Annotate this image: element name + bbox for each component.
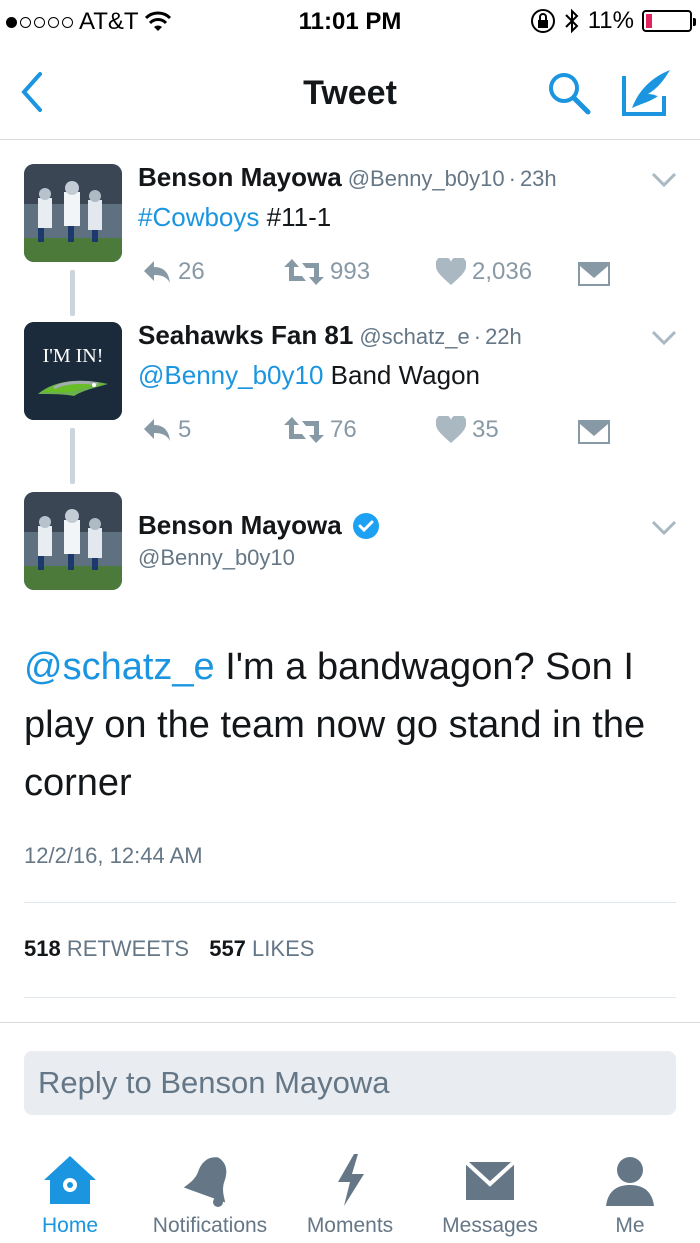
- tab-home[interactable]: Home: [0, 1140, 140, 1238]
- heart-icon: [436, 416, 466, 443]
- status-bar: AT&T 11:01 PM 11%: [0, 0, 700, 44]
- envelope-icon: [464, 1160, 516, 1200]
- reply-count: 5: [178, 416, 192, 443]
- reply-bar: Reply to Benson Mayowa: [0, 1022, 700, 1122]
- engagement-stats: 518 RETWEETS 557 LIKES: [24, 936, 314, 962]
- nav-bar: Tweet: [0, 44, 700, 140]
- envelope-icon[interactable]: [578, 262, 610, 286]
- tweet-header: Seahawks Fan 81 @schatz_e · 22h: [138, 320, 522, 351]
- tweet-actions: 5 76 35: [138, 416, 618, 450]
- envelope-icon[interactable]: [578, 420, 610, 444]
- football-photo-avatar: [24, 164, 122, 262]
- tab-moments[interactable]: Moments: [280, 1140, 420, 1238]
- mention-link[interactable]: @schatz_e: [24, 646, 215, 688]
- tab-label: Notifications: [152, 1214, 268, 1237]
- retweet-count: 76: [330, 416, 357, 443]
- battery-percent: 11%: [587, 7, 634, 34]
- like-count: 35: [472, 416, 499, 443]
- handle[interactable]: @Benny_b0y10: [348, 166, 505, 191]
- retweet-button[interactable]: 76: [284, 416, 357, 444]
- like-count: 2,036: [472, 258, 533, 285]
- seahawks-logo-avatar: I'M IN!: [24, 322, 122, 420]
- reply-icon: [144, 261, 170, 283]
- tab-label: Moments: [306, 1214, 394, 1237]
- reply-input[interactable]: Reply to Benson Mayowa: [24, 1051, 676, 1115]
- tab-bar: Home Notifications Moments Messages Me: [0, 1140, 700, 1243]
- tweet-timestamp: 12/2/16, 12:44 AM: [24, 843, 203, 868]
- tweet-header: Benson Mayowa @Benny_b0y10 · 23h: [138, 162, 557, 193]
- like-button[interactable]: 35: [436, 416, 499, 444]
- display-name: Benson Mayowa: [138, 510, 342, 540]
- tweet-body: @schatz_e I'm a bandwagon? Son I play on…: [24, 638, 684, 812]
- tweet-actions: 26 993 2,036: [138, 258, 618, 292]
- retweet-icon: [284, 417, 324, 443]
- tab-notifications[interactable]: Notifications: [140, 1140, 280, 1238]
- like-button[interactable]: 2,036: [436, 258, 532, 286]
- display-name[interactable]: Seahawks Fan 81: [138, 320, 353, 350]
- likes-stat[interactable]: 557 LIKES: [209, 936, 314, 961]
- thread-connector: [70, 428, 75, 484]
- tab-messages[interactable]: Messages: [420, 1140, 560, 1238]
- handle[interactable]: @schatz_e: [359, 324, 469, 349]
- reply-icon: [144, 419, 170, 441]
- chevron-down-icon[interactable]: [650, 170, 678, 190]
- chevron-down-icon[interactable]: [650, 328, 678, 348]
- bell-icon: [183, 1157, 227, 1207]
- chevron-down-icon[interactable]: [650, 518, 678, 538]
- football-photo-avatar: [24, 492, 122, 590]
- tweet-text: #Cowboys #11-1: [138, 202, 331, 233]
- mention-link[interactable]: @Benny_b0y10: [138, 360, 323, 390]
- reply-button[interactable]: 26: [142, 258, 205, 286]
- avatar-text: I'M IN!: [43, 345, 104, 367]
- retweets-stat[interactable]: 518 RETWEETS: [24, 936, 189, 961]
- avatar[interactable]: I'M IN!: [24, 322, 122, 420]
- lightning-icon: [338, 1154, 364, 1206]
- status-right: 11%: [530, 7, 696, 35]
- compose-tweet-icon[interactable]: [620, 66, 676, 118]
- tab-label: Messages: [442, 1214, 538, 1237]
- tweet-time: 22h: [485, 324, 522, 349]
- rotation-lock-icon: [530, 9, 555, 33]
- tab-label: Me: [615, 1214, 645, 1237]
- tweet-text: @Benny_b0y10 Band Wagon: [138, 360, 480, 391]
- retweet-count: 993: [330, 258, 371, 285]
- page-title: Tweet: [303, 74, 397, 112]
- author-handle[interactable]: @Benny_b0y10: [138, 545, 295, 571]
- thread-tweet[interactable]: I'M IN! Seahawks Fan 81 @schatz_e · 22h @Be…: [0, 300, 700, 460]
- bluetooth-icon: [565, 8, 579, 34]
- display-name[interactable]: Benson Mayowa: [138, 162, 342, 192]
- search-icon[interactable]: [546, 70, 592, 116]
- divider: [24, 997, 676, 998]
- tweet-text-rest: #11-1: [259, 202, 332, 232]
- separator-dot: ·: [473, 324, 482, 349]
- author-name[interactable]: Benson Mayowa: [138, 510, 380, 541]
- tweet-text-rest: Band Wagon: [323, 360, 481, 390]
- author-avatar[interactable]: [24, 492, 122, 590]
- verified-badge-icon: [352, 512, 379, 539]
- thread-tweet[interactable]: Benson Mayowa @Benny_b0y10 · 23h #Cowboys #…: [0, 140, 700, 300]
- retweet-icon: [284, 259, 324, 285]
- tweet-time: 23h: [519, 166, 557, 191]
- reply-count: 26: [178, 258, 205, 285]
- retweet-button[interactable]: 993: [284, 258, 370, 286]
- separator-dot: ·: [508, 166, 516, 191]
- tab-me[interactable]: Me: [560, 1140, 700, 1238]
- hashtag-link[interactable]: #Cowboys: [138, 202, 259, 232]
- heart-icon: [436, 258, 466, 285]
- avatar[interactable]: [24, 164, 122, 262]
- home-icon: [44, 1156, 96, 1204]
- divider: [24, 902, 676, 903]
- tab-label: Home: [41, 1214, 99, 1237]
- reply-button[interactable]: 5: [142, 416, 191, 444]
- battery-icon: [642, 10, 696, 32]
- person-icon: [606, 1157, 654, 1206]
